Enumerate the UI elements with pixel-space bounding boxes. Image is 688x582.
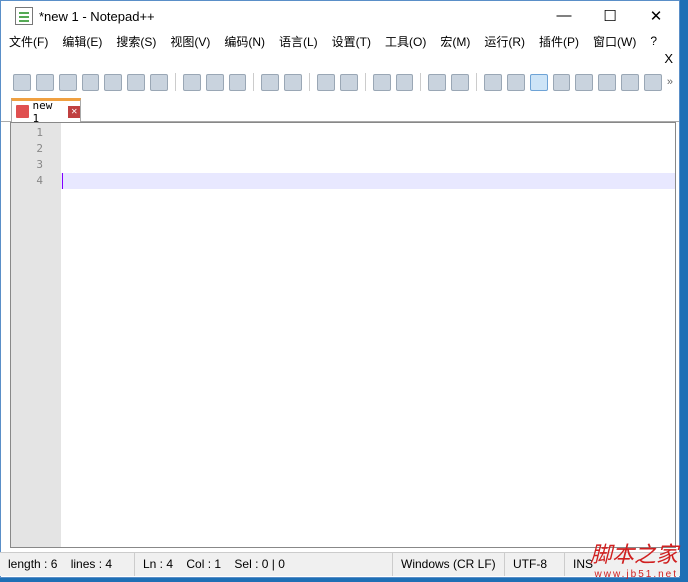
minimize-button[interactable]: — [541,7,587,25]
status-position: Ln : 4 Col : 1 Sel : 0 | 0 [135,553,393,576]
tab-close-icon[interactable]: ✕ [68,105,80,118]
save-icon[interactable] [58,73,77,91]
word-wrap-icon[interactable] [484,73,502,91]
unsaved-disk-icon [16,105,29,118]
notepad-app-icon [15,7,33,25]
toolbar-overflow-button[interactable]: » [667,76,673,88]
line-number: 2 [36,142,43,155]
sync-horizontal-icon[interactable] [451,73,470,91]
zoom-in-icon[interactable] [372,73,391,91]
text-caret [62,173,63,189]
menu-edit[interactable]: 编辑(E) [62,33,102,50]
line-number-gutter: 1 2 3 4 [11,123,61,547]
new-file-icon[interactable] [13,73,31,91]
save-all-icon[interactable] [81,73,100,91]
menu-macro[interactable]: 宏(M) [440,33,470,50]
toolbar: » [1,69,679,95]
menu-file[interactable]: 文件(F) [9,33,48,50]
find-icon[interactable] [317,73,335,91]
menu-bar: 文件(F) 编辑(E) 搜索(S) 视图(V) 编码(N) 语言(L) 设置(T… [1,31,679,51]
title-bar: *new 1 - Notepad++ — ☐ ✕ [1,1,679,31]
copy-icon[interactable] [205,73,224,91]
menu-tools[interactable]: 工具(O) [385,33,426,50]
folder-workspace-icon[interactable] [621,73,639,91]
close-button[interactable]: ✕ [633,7,679,25]
tab-bar: new 1 ✕ [1,95,679,125]
document-map-icon[interactable] [575,73,594,91]
monitoring-icon[interactable] [644,73,662,91]
status-encoding[interactable]: UTF-8 [505,553,565,576]
status-bar: length : 6 lines : 4 Ln : 4 Col : 1 Sel … [0,552,680,576]
indent-guide-icon[interactable] [529,73,548,91]
line-number: 3 [36,158,43,171]
menu-settings[interactable]: 设置(T) [332,33,371,50]
function-list-icon[interactable] [598,73,617,91]
undo-icon[interactable] [261,73,280,91]
tab-label: new 1 [32,98,53,125]
line-number: 1 [36,126,43,139]
editor-area[interactable]: 1 2 3 4 [10,122,676,548]
show-all-characters-icon[interactable] [506,73,525,91]
open-file-icon[interactable] [35,73,54,91]
maximize-button[interactable]: ☐ [587,7,633,25]
zoom-out-icon[interactable] [395,73,414,91]
menu-run[interactable]: 运行(R) [484,33,525,50]
print-icon[interactable] [150,73,168,91]
paste-icon[interactable] [228,73,247,91]
replace-icon[interactable] [339,73,358,91]
window-title: *new 1 - Notepad++ [39,8,155,24]
menu-search[interactable]: 搜索(S) [116,33,156,50]
status-eol[interactable]: Windows (CR LF) [393,553,505,576]
close-file-icon[interactable] [104,73,123,91]
redo-icon[interactable] [284,73,303,91]
watermark-logo: 脚本之家 www.jb51.net [589,543,678,580]
menu-language[interactable]: 语言(L) [279,33,318,50]
cut-icon[interactable] [182,73,201,91]
udl-icon[interactable] [552,73,571,91]
line-number: 4 [36,174,43,187]
current-line-highlight [61,173,675,189]
close-document-button[interactable]: X [664,51,673,66]
menu-help[interactable]: ? [650,34,657,48]
menu-encoding[interactable]: 编码(N) [224,33,265,50]
menu-plugins[interactable]: 插件(P) [539,33,579,50]
status-length: length : 6 lines : 4 [0,553,135,576]
menu-view[interactable]: 视图(V) [170,33,210,50]
tab-new-1[interactable]: new 1 ✕ [11,98,81,125]
sync-vertical-icon[interactable] [428,73,447,91]
menu-window[interactable]: 窗口(W) [593,33,636,50]
close-all-icon[interactable] [127,73,146,91]
